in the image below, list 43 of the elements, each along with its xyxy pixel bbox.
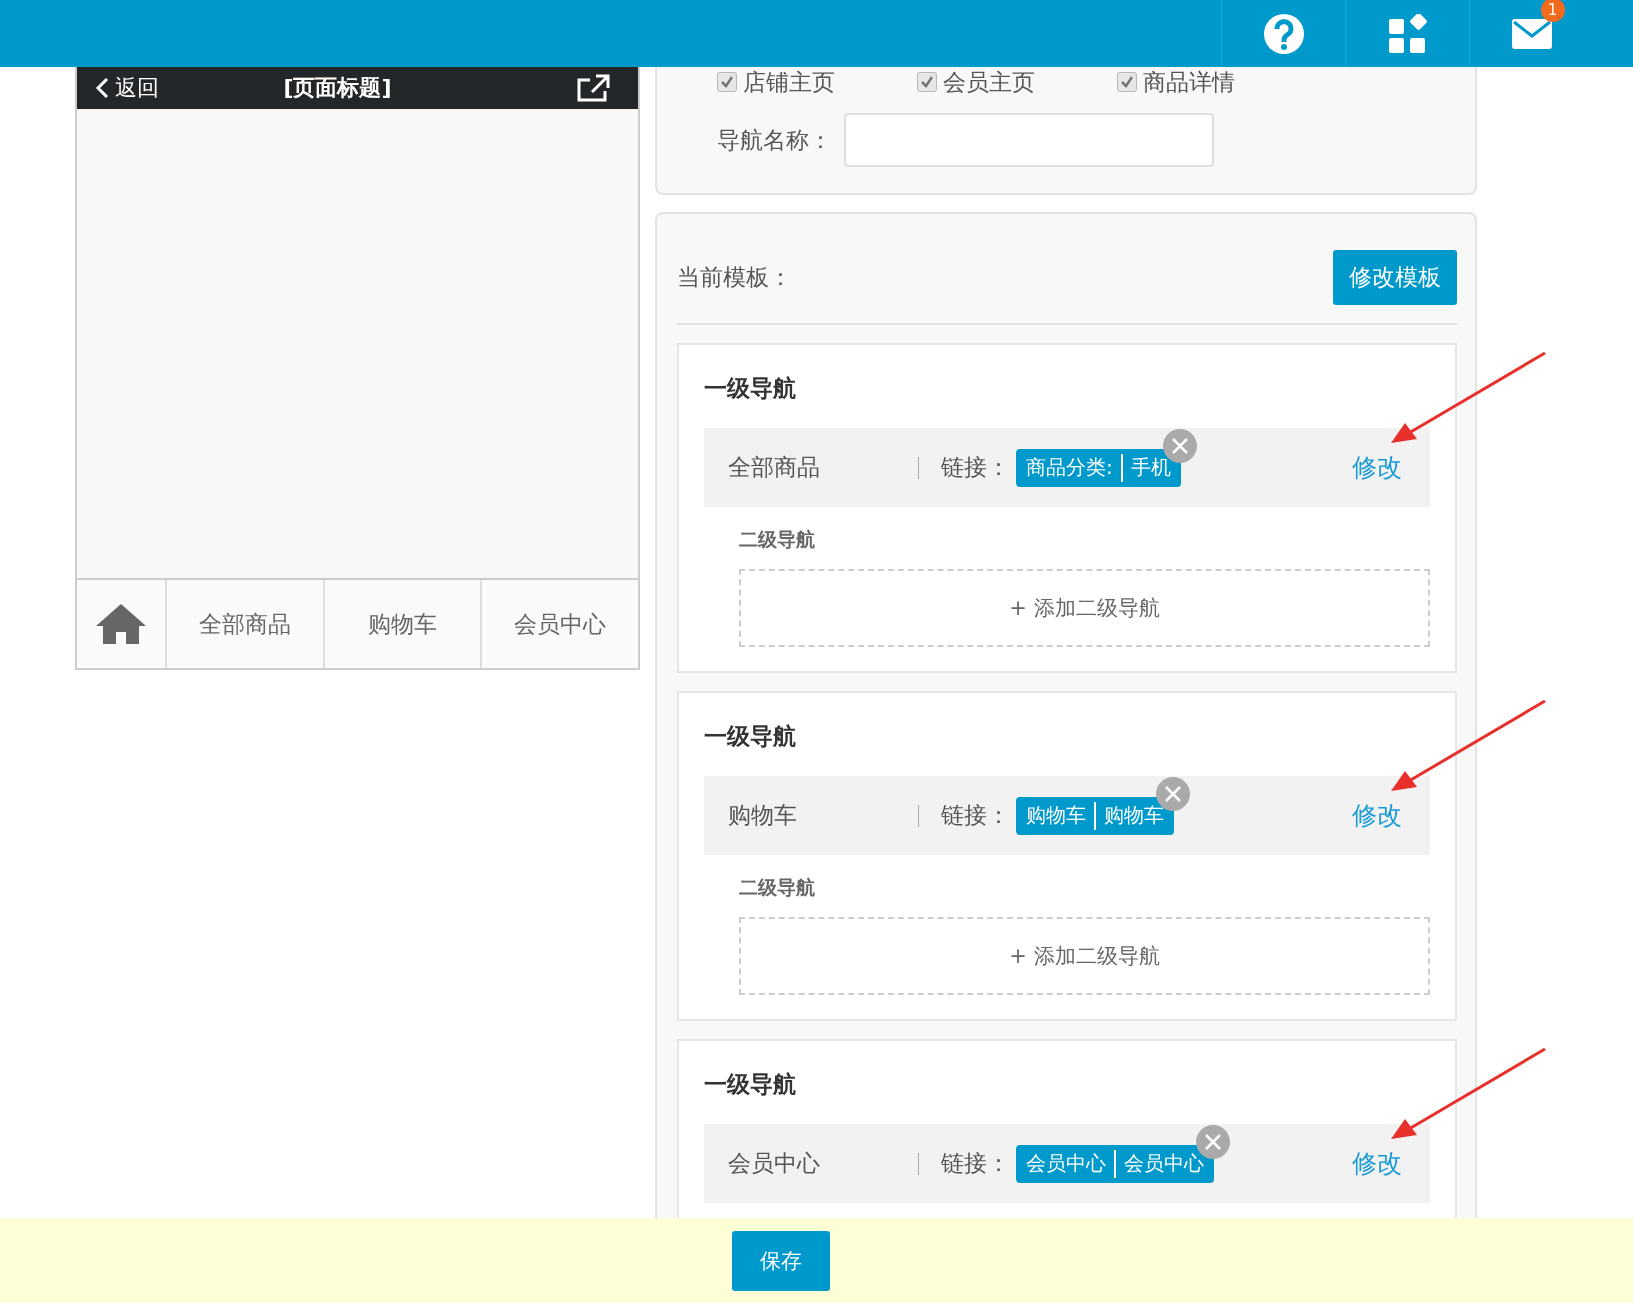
page-checkbox[interactable]: 会员主页 [917,66,1035,98]
nav-name: 全部商品 [728,453,821,482]
save-button[interactable]: 保存 [732,1230,830,1291]
chevron-left-icon [95,77,109,99]
help-icon[interactable] [1262,12,1305,55]
edit-template-button[interactable]: 修改模板 [1333,250,1457,305]
add-sub-nav-button[interactable]: + 添加二级导航 [739,917,1430,995]
page-checkbox[interactable]: 店铺主页 [717,66,835,98]
nav-name: 会员中心 [728,1149,821,1178]
link-label: 链接： [941,1149,1010,1178]
nav-name: 购物车 [728,801,798,830]
link-label: 链接： [941,801,1010,830]
nav-tab[interactable]: 全部商品 [165,580,323,668]
checkbox-label: 商品详情 [1143,67,1235,97]
edit-link[interactable]: 修改 [1352,1147,1402,1180]
notification-badge: 1 [1540,0,1565,22]
edit-link[interactable]: 修改 [1352,799,1402,832]
section-title: 一级导航 [703,722,797,751]
nav-tab[interactable]: 购物车 [322,580,481,668]
home-icon [94,602,148,646]
link-label: 链接： [941,453,1010,482]
checkbox-label: 店铺主页 [743,67,835,97]
share-icon[interactable] [576,74,610,102]
section-title: 一级导航 [703,374,797,403]
mail-icon[interactable] [1510,17,1553,50]
template-label: 当前模板： [677,263,792,292]
sub-nav-title: 二级导航 [739,875,816,900]
nav-name-field[interactable] [844,113,1214,167]
page-title: [页面标题] [283,74,392,102]
checkbox[interactable] [917,72,937,92]
section-title: 一级导航 [703,1070,797,1099]
nav-tab[interactable]: 会员中心 [480,580,638,668]
edit-link[interactable]: 修改 [1352,451,1402,484]
checkbox[interactable] [717,72,737,92]
apps-icon[interactable] [1387,13,1428,54]
field-label: 导航名称： [717,125,832,155]
home-tab[interactable] [77,580,165,668]
checkbox-label: 会员主页 [943,67,1035,97]
add-sub-nav-button[interactable]: + 添加二级导航 [739,569,1430,647]
page-checkbox[interactable]: 商品详情 [1117,66,1235,98]
checkbox[interactable] [1117,72,1137,92]
sub-nav-title: 二级导航 [739,527,816,552]
back-link[interactable]: 返回 [95,73,159,103]
